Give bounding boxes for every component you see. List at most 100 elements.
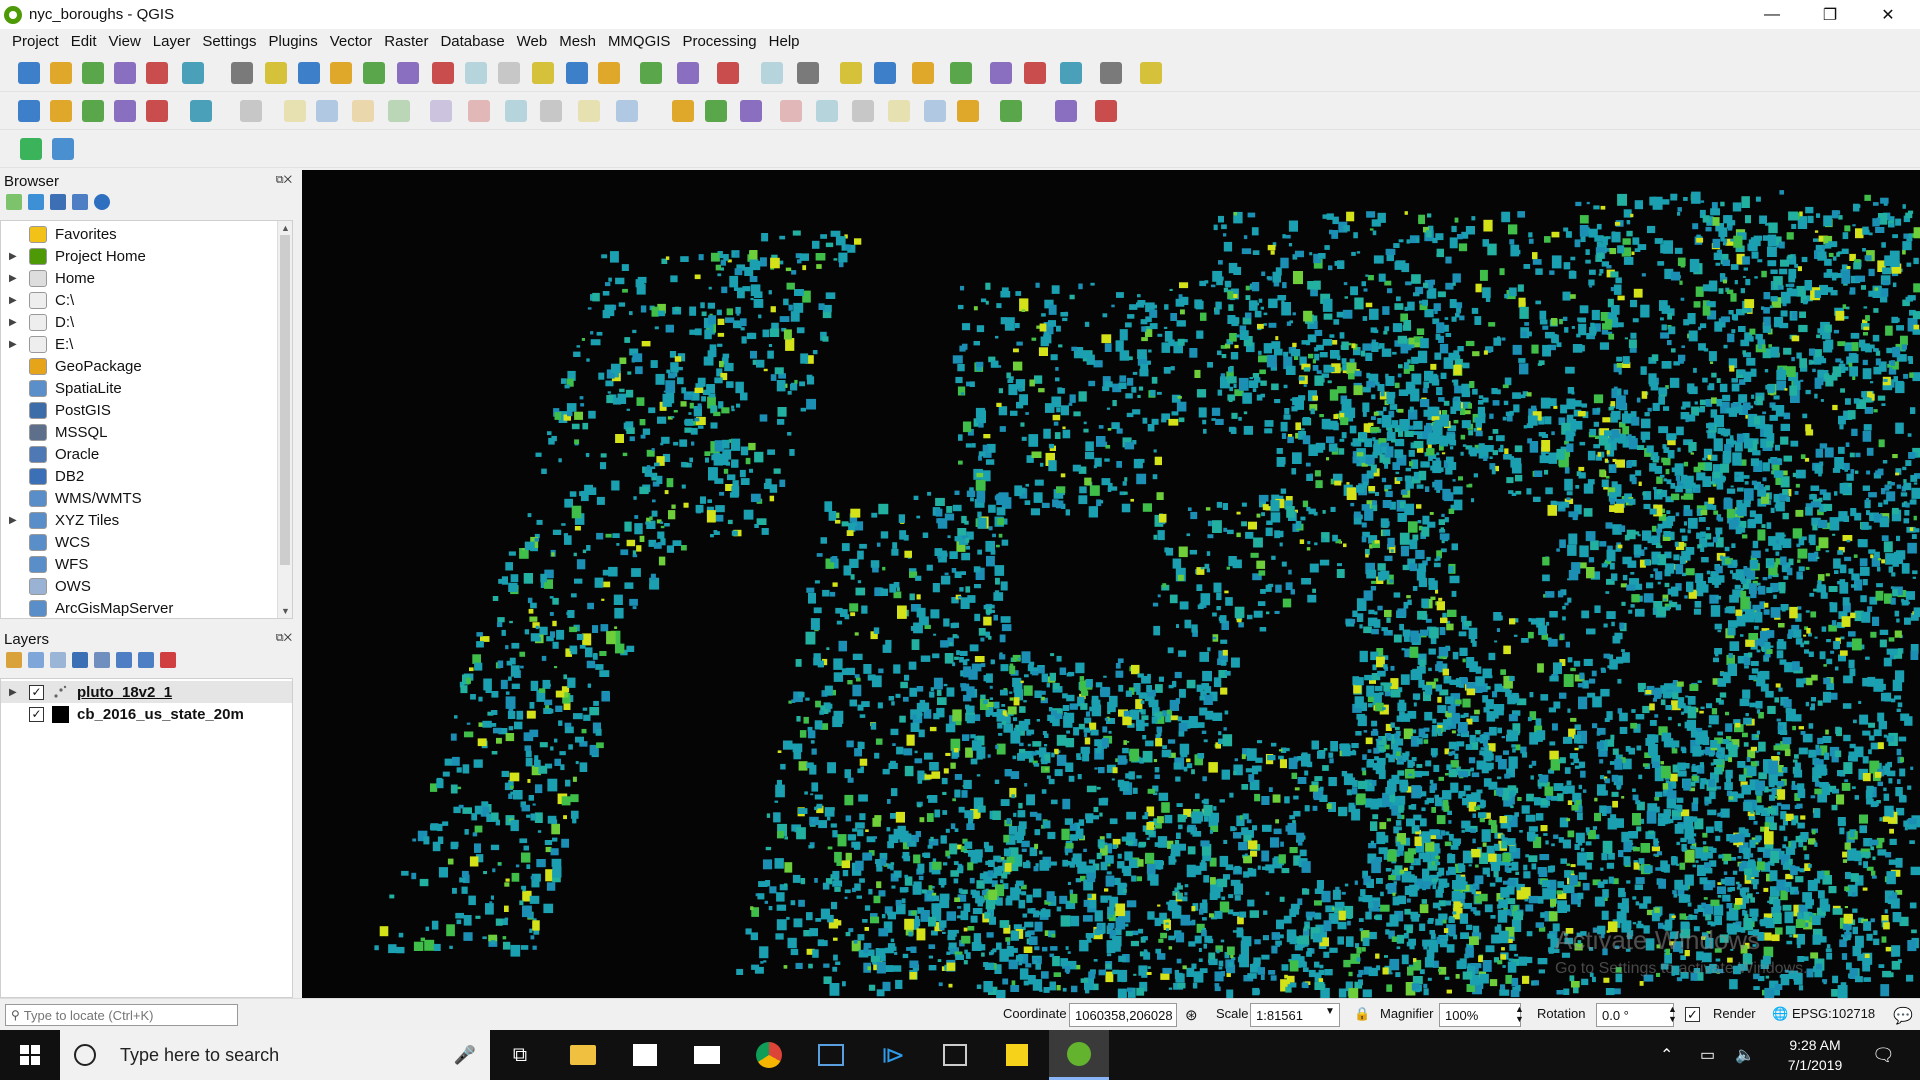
panel-float-close-icon[interactable]: ⧉✕ bbox=[276, 632, 292, 645]
browser-item[interactable]: ▶ Home bbox=[1, 267, 95, 289]
toolbar-tool-icon[interactable] bbox=[566, 62, 588, 84]
map-canvas[interactable]: Activate Windows Go to Settings to activ… bbox=[302, 170, 1920, 998]
toolbar-tool-icon[interactable] bbox=[740, 100, 762, 122]
menu-settings[interactable]: Settings bbox=[196, 29, 262, 54]
menu-processing[interactable]: Processing bbox=[676, 29, 762, 54]
toolbar-tool-icon[interactable] bbox=[1024, 62, 1046, 84]
toolbar-tool-icon[interactable] bbox=[388, 100, 410, 122]
browser-item[interactable]: ▶ XYZ Tiles bbox=[1, 509, 119, 531]
toolbar-tool-icon[interactable] bbox=[240, 100, 262, 122]
remove-layer-icon[interactable] bbox=[160, 652, 176, 668]
toolbar-tool-icon[interactable] bbox=[18, 62, 40, 84]
toolbar-tool-icon[interactable] bbox=[50, 62, 72, 84]
menu-help[interactable]: Help bbox=[763, 29, 806, 54]
toolbar-tool-icon[interactable] bbox=[18, 100, 40, 122]
toolbar-tool-icon[interactable] bbox=[182, 62, 204, 84]
browser-item[interactable]: ▶ E:\ bbox=[1, 333, 73, 355]
toolbar-tool-icon[interactable] bbox=[330, 62, 352, 84]
toolbar-tool-icon[interactable] bbox=[114, 62, 136, 84]
toolbar-tool-icon[interactable] bbox=[52, 138, 74, 160]
toolbar-tool-icon[interactable] bbox=[874, 62, 896, 84]
menu-raster[interactable]: Raster bbox=[378, 29, 434, 54]
toolbar-tool-icon[interactable] bbox=[82, 62, 104, 84]
browser-item[interactable]: WMS/WMTS bbox=[1, 487, 142, 509]
toolbar-tool-icon[interactable] bbox=[912, 62, 934, 84]
toolbar-tool-icon[interactable] bbox=[852, 100, 874, 122]
browser-scrollbar[interactable]: ▲ ▼ bbox=[277, 221, 292, 618]
toolbar-tool-icon[interactable] bbox=[761, 62, 783, 84]
minimize-button[interactable]: — bbox=[1743, 0, 1801, 29]
layer-visibility-checkbox[interactable]: ✓ bbox=[29, 684, 44, 700]
toolbar-tool-icon[interactable] bbox=[146, 62, 168, 84]
toolbar-tool-icon[interactable] bbox=[498, 62, 520, 84]
menu-view[interactable]: View bbox=[103, 29, 147, 54]
toolbar-tool-icon[interactable] bbox=[950, 62, 972, 84]
menu-edit[interactable]: Edit bbox=[65, 29, 103, 54]
menu-layer[interactable]: Layer bbox=[147, 29, 197, 54]
browser-item[interactable]: ▶ C:\ bbox=[1, 289, 74, 311]
toolbar-tool-icon[interactable] bbox=[957, 100, 979, 122]
toolbar-tool-icon[interactable] bbox=[797, 62, 819, 84]
browser-item[interactable]: Favorites bbox=[1, 223, 117, 245]
refresh-icon[interactable] bbox=[28, 194, 44, 210]
expand-arrow-icon[interactable]: ▶ bbox=[9, 251, 23, 262]
toolbar-tool-icon[interactable] bbox=[363, 62, 385, 84]
layer-row-pluto[interactable]: ▶ ✓ pluto_18v2_1 bbox=[1, 681, 292, 703]
scroll-up-icon[interactable]: ▲ bbox=[281, 223, 290, 233]
toolbar-tool-icon[interactable] bbox=[1100, 62, 1122, 84]
info-icon[interactable] bbox=[94, 194, 110, 210]
toolbar-tool-icon[interactable] bbox=[924, 100, 946, 122]
toolbar-tool-icon[interactable] bbox=[672, 100, 694, 122]
toolbar-tool-icon[interactable] bbox=[284, 100, 306, 122]
toolbar-tool-icon[interactable] bbox=[50, 100, 72, 122]
panel-float-close-icon[interactable]: ⧉✕ bbox=[276, 174, 292, 187]
toolbar-tool-icon[interactable] bbox=[1000, 100, 1022, 122]
browser-item[interactable]: WFS bbox=[1, 553, 88, 575]
toolbar-tool-icon[interactable] bbox=[146, 100, 168, 122]
expand-all-icon[interactable] bbox=[116, 652, 132, 668]
toolbar-tool-icon[interactable] bbox=[20, 138, 42, 160]
toolbar-tool-icon[interactable] bbox=[1055, 100, 1077, 122]
toolbar-tool-icon[interactable] bbox=[616, 100, 638, 122]
toolbar-tool-icon[interactable] bbox=[677, 62, 699, 84]
style-icon[interactable] bbox=[6, 652, 22, 668]
toolbar-tool-icon[interactable] bbox=[190, 100, 212, 122]
menu-mmqgis[interactable]: MMQGIS bbox=[602, 29, 677, 54]
toolbar-tool-icon[interactable] bbox=[231, 62, 253, 84]
toolbar-tool-icon[interactable] bbox=[298, 62, 320, 84]
expand-arrow-icon[interactable]: ▶ bbox=[9, 295, 23, 306]
layer-visibility-checkbox[interactable]: ✓ bbox=[29, 706, 44, 722]
browser-item[interactable]: PostGIS bbox=[1, 399, 111, 421]
toolbar-tool-icon[interactable] bbox=[888, 100, 910, 122]
scroll-down-icon[interactable]: ▼ bbox=[281, 606, 290, 616]
toolbar-tool-icon[interactable] bbox=[1060, 62, 1082, 84]
expand-arrow-icon[interactable]: ▶ bbox=[9, 515, 23, 526]
expand-arrow-icon[interactable]: ▶ bbox=[9, 687, 23, 698]
toolbar-tool-icon[interactable] bbox=[780, 100, 802, 122]
browser-item[interactable]: Oracle bbox=[1, 443, 99, 465]
browser-item[interactable]: ArcGisMapServer bbox=[1, 597, 173, 618]
toolbar-tool-icon[interactable] bbox=[265, 62, 287, 84]
menu-mesh[interactable]: Mesh bbox=[553, 29, 602, 54]
toolbar-tool-icon[interactable] bbox=[397, 62, 419, 84]
toolbar-tool-icon[interactable] bbox=[505, 100, 527, 122]
toolbar-tool-icon[interactable] bbox=[465, 62, 487, 84]
toolbar-tool-icon[interactable] bbox=[316, 100, 338, 122]
toolbar-tool-icon[interactable] bbox=[816, 100, 838, 122]
browser-item[interactable]: OWS bbox=[1, 575, 91, 597]
toolbar-tool-icon[interactable] bbox=[990, 62, 1012, 84]
toolbar-tool-icon[interactable] bbox=[705, 100, 727, 122]
toolbar-tool-icon[interactable] bbox=[432, 62, 454, 84]
filter-expression-icon[interactable] bbox=[94, 652, 110, 668]
browser-item[interactable]: WCS bbox=[1, 531, 90, 553]
menu-web[interactable]: Web bbox=[511, 29, 554, 54]
toolbar-tool-icon[interactable] bbox=[114, 100, 136, 122]
toolbar-tool-icon[interactable] bbox=[578, 100, 600, 122]
toolbar-tool-icon[interactable] bbox=[1095, 100, 1117, 122]
expand-arrow-icon[interactable]: ▶ bbox=[9, 339, 23, 350]
expand-arrow-icon[interactable]: ▶ bbox=[9, 273, 23, 284]
toolbar-tool-icon[interactable] bbox=[430, 100, 452, 122]
menu-plugins[interactable]: Plugins bbox=[263, 29, 324, 54]
toolbar-tool-icon[interactable] bbox=[598, 62, 620, 84]
toolbar-tool-icon[interactable] bbox=[1140, 62, 1162, 84]
